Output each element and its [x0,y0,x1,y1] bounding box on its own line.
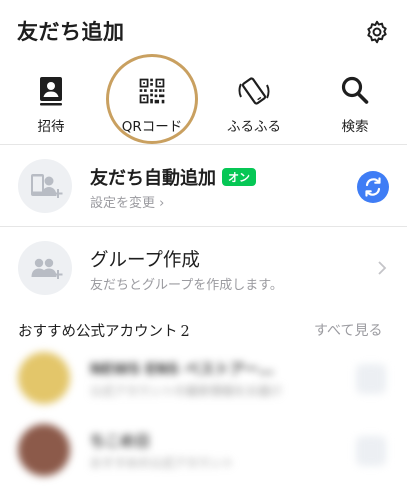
list-item[interactable]: ちこめ日 おすすめの公式アカウント [0,414,407,486]
chevron-right-icon [378,261,387,275]
create-group-title: グループ作成 [90,250,200,271]
shake-button[interactable]: ふるふる [214,64,294,144]
account-desc: 公式アカウントの最新情報をお届け [90,384,283,398]
auto-add-title: 友だち自動追加 オン [90,164,256,190]
sync-icon[interactable] [357,171,389,203]
account-name: NEWS ENS ベストアー… [90,360,274,378]
divider [0,226,407,227]
auto-add-friends-row[interactable]: 友だち自動追加 オン 設定を変更 › [0,146,407,226]
create-group-subtitle: 友だちとグループを作成します。 [90,278,283,293]
divider [0,144,407,145]
add-friend-button[interactable] [356,364,386,394]
recommended-section-header: おすすめ公式アカウント 2 すべて見る [0,312,407,346]
qr-code-button[interactable]: QRコード [112,64,192,144]
create-group-row[interactable]: グループ作成 友だちとグループを作成します。 [0,228,407,308]
change-settings-link[interactable]: 設定を変更 › [90,192,164,211]
invite-button[interactable]: 招待 [11,64,91,144]
list-item[interactable]: NEWS ENS ベストアー… 公式アカウントの最新情報をお届け [0,342,407,414]
account-desc: おすすめの公式アカウント [90,456,235,470]
avatar [18,424,70,476]
search-button[interactable]: 検索 [315,64,395,144]
phone-add-friend-icon [18,159,72,213]
header: 友だち追加 [0,0,407,62]
gear-icon[interactable] [364,19,390,45]
add-friend-button[interactable] [356,436,386,466]
search-icon [341,76,369,104]
page-title: 友だち追加 [17,20,125,44]
recommended-title: おすすめ公式アカウント 2 [18,320,190,341]
contact-book-icon [40,77,62,106]
shake-label: ふるふる [227,119,281,135]
avatar [18,352,70,404]
recommended-title-text: おすすめ公式アカウント [18,324,178,340]
shake-phone-icon [238,77,270,105]
qr-code-label: QRコード [121,119,183,135]
add-method-bar: 招待 QRコード ふるふる 検索 [0,64,407,144]
search-label: 検索 [341,119,369,135]
auto-add-title-text: 友だち自動追加 [90,168,216,189]
status-badge: オン [222,168,256,186]
invite-label: 招待 [37,119,65,135]
group-add-icon [18,241,72,295]
account-name: ちこめ日 [90,432,151,450]
see-all-link[interactable]: すべて見る [314,320,382,340]
recommended-count: 2 [180,324,190,340]
qr-code-icon [139,78,165,104]
